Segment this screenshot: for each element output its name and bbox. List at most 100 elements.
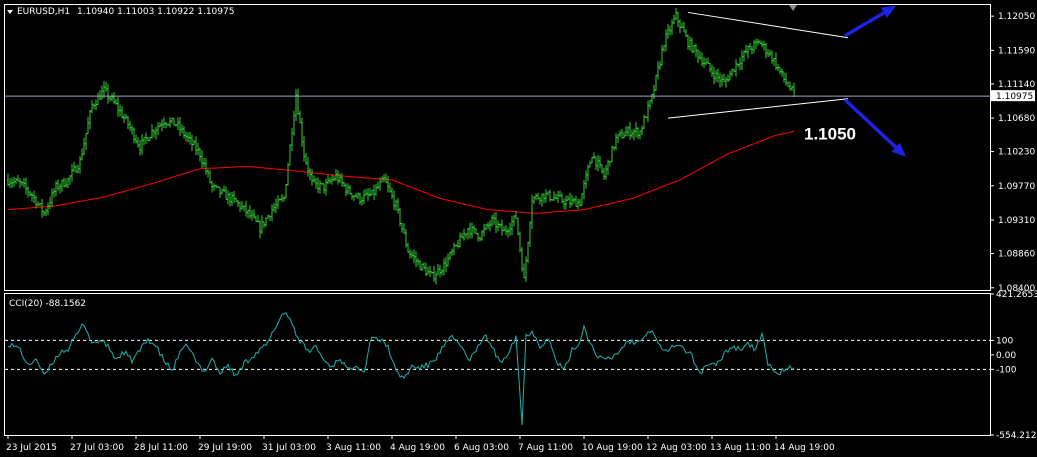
price-bar (105, 82, 107, 92)
price-bar (553, 191, 555, 201)
price-bar (605, 164, 607, 180)
price-bar (291, 127, 293, 151)
scroll-marker-icon[interactable] (789, 5, 797, 11)
price-bar (367, 188, 369, 201)
chart-window[interactable]: EURUSD,H1 1.10940 1.11003 1.10922 1.1097… (0, 0, 1037, 457)
price-bar (23, 178, 25, 188)
price-bar (759, 39, 761, 45)
price-bar (277, 195, 279, 209)
price-bar (431, 271, 433, 274)
price-bar (87, 116, 89, 134)
price-bar (475, 228, 477, 235)
price-bar (261, 215, 263, 234)
price-bar (753, 40, 755, 54)
price-bar (17, 174, 19, 182)
price-bar (589, 160, 591, 168)
price-bar (55, 180, 57, 197)
price-bar (505, 225, 507, 236)
price-bar (263, 221, 265, 228)
price-bar (285, 183, 287, 199)
price-bar (425, 262, 427, 277)
price-bar (249, 205, 251, 219)
price-bar (267, 214, 269, 219)
price-bar (311, 169, 313, 186)
time-tick-label: 23 Jul 2015 (6, 443, 57, 453)
price-tick-label: 1.10230 (998, 148, 1035, 158)
price-bar (591, 156, 593, 164)
price-bar (85, 132, 87, 150)
price-bar (549, 189, 551, 202)
price-bar (471, 222, 473, 239)
price-bar (305, 152, 307, 165)
price-bar (213, 183, 215, 192)
price-bar (771, 50, 773, 64)
price-tick-label: 1.11140 (998, 80, 1035, 90)
price-bar (569, 192, 571, 209)
price-bar (251, 209, 253, 221)
price-bar (767, 49, 769, 58)
price-bar (657, 61, 659, 80)
price-bar (631, 129, 633, 139)
price-bar (383, 174, 385, 183)
price-bar (199, 147, 201, 162)
price-bar (111, 93, 113, 102)
price-bar (191, 134, 193, 151)
price-bar (457, 239, 459, 249)
price-bar (209, 170, 211, 184)
price-bar (487, 222, 489, 230)
price-bar (637, 126, 639, 139)
price-bar (419, 259, 421, 270)
price-bar (639, 130, 641, 140)
price-tick-label: 1.09310 (998, 216, 1035, 226)
price-bar (623, 131, 625, 139)
price-bar (539, 196, 541, 205)
price-bar (779, 66, 781, 75)
time-tick-label: 28 Jul 11:00 (134, 443, 188, 453)
price-bar (25, 177, 27, 195)
price-bar (711, 64, 713, 77)
price-bar (227, 190, 229, 205)
price-bar (51, 188, 53, 207)
price-bar (441, 269, 443, 276)
price-bar (207, 169, 209, 178)
price-bar (135, 134, 137, 144)
price-bar (103, 81, 105, 99)
price-bar (371, 189, 373, 196)
price-bar (397, 197, 399, 214)
price-bar (409, 249, 411, 259)
price-bar (583, 179, 585, 200)
price-bar (179, 117, 181, 137)
price-bar (533, 196, 535, 205)
price-bar (543, 193, 545, 204)
price-bar (455, 244, 457, 247)
price-bar (241, 201, 243, 210)
price-bar (93, 103, 95, 110)
price-bar (459, 232, 461, 248)
price-bar (733, 68, 735, 73)
price-bar (293, 110, 295, 136)
price-bar (717, 68, 719, 83)
price-bar (473, 225, 475, 234)
price-bar (309, 167, 311, 181)
dropdown-triangle-icon[interactable] (7, 10, 13, 14)
price-bar (37, 201, 39, 207)
price-bar (749, 43, 751, 50)
price-bar (107, 84, 109, 104)
price-tick-label: 1.08860 (998, 250, 1035, 260)
price-bar (163, 117, 165, 129)
triangle-trendlines[interactable] (667, 11, 849, 119)
price-bar (171, 117, 173, 124)
price-bar (679, 19, 681, 34)
price-bar (35, 195, 37, 209)
time-tick-label: 10 Aug 19:00 (582, 443, 643, 453)
price-bar (413, 249, 415, 264)
price-bar (317, 177, 319, 193)
price-bar (119, 104, 121, 117)
price-bar (235, 197, 237, 202)
price-bar (483, 223, 485, 237)
price-bar (313, 175, 315, 183)
price-bar (165, 122, 167, 129)
price-bar (49, 196, 51, 210)
price-bar (351, 193, 353, 200)
price-bar (61, 179, 63, 192)
